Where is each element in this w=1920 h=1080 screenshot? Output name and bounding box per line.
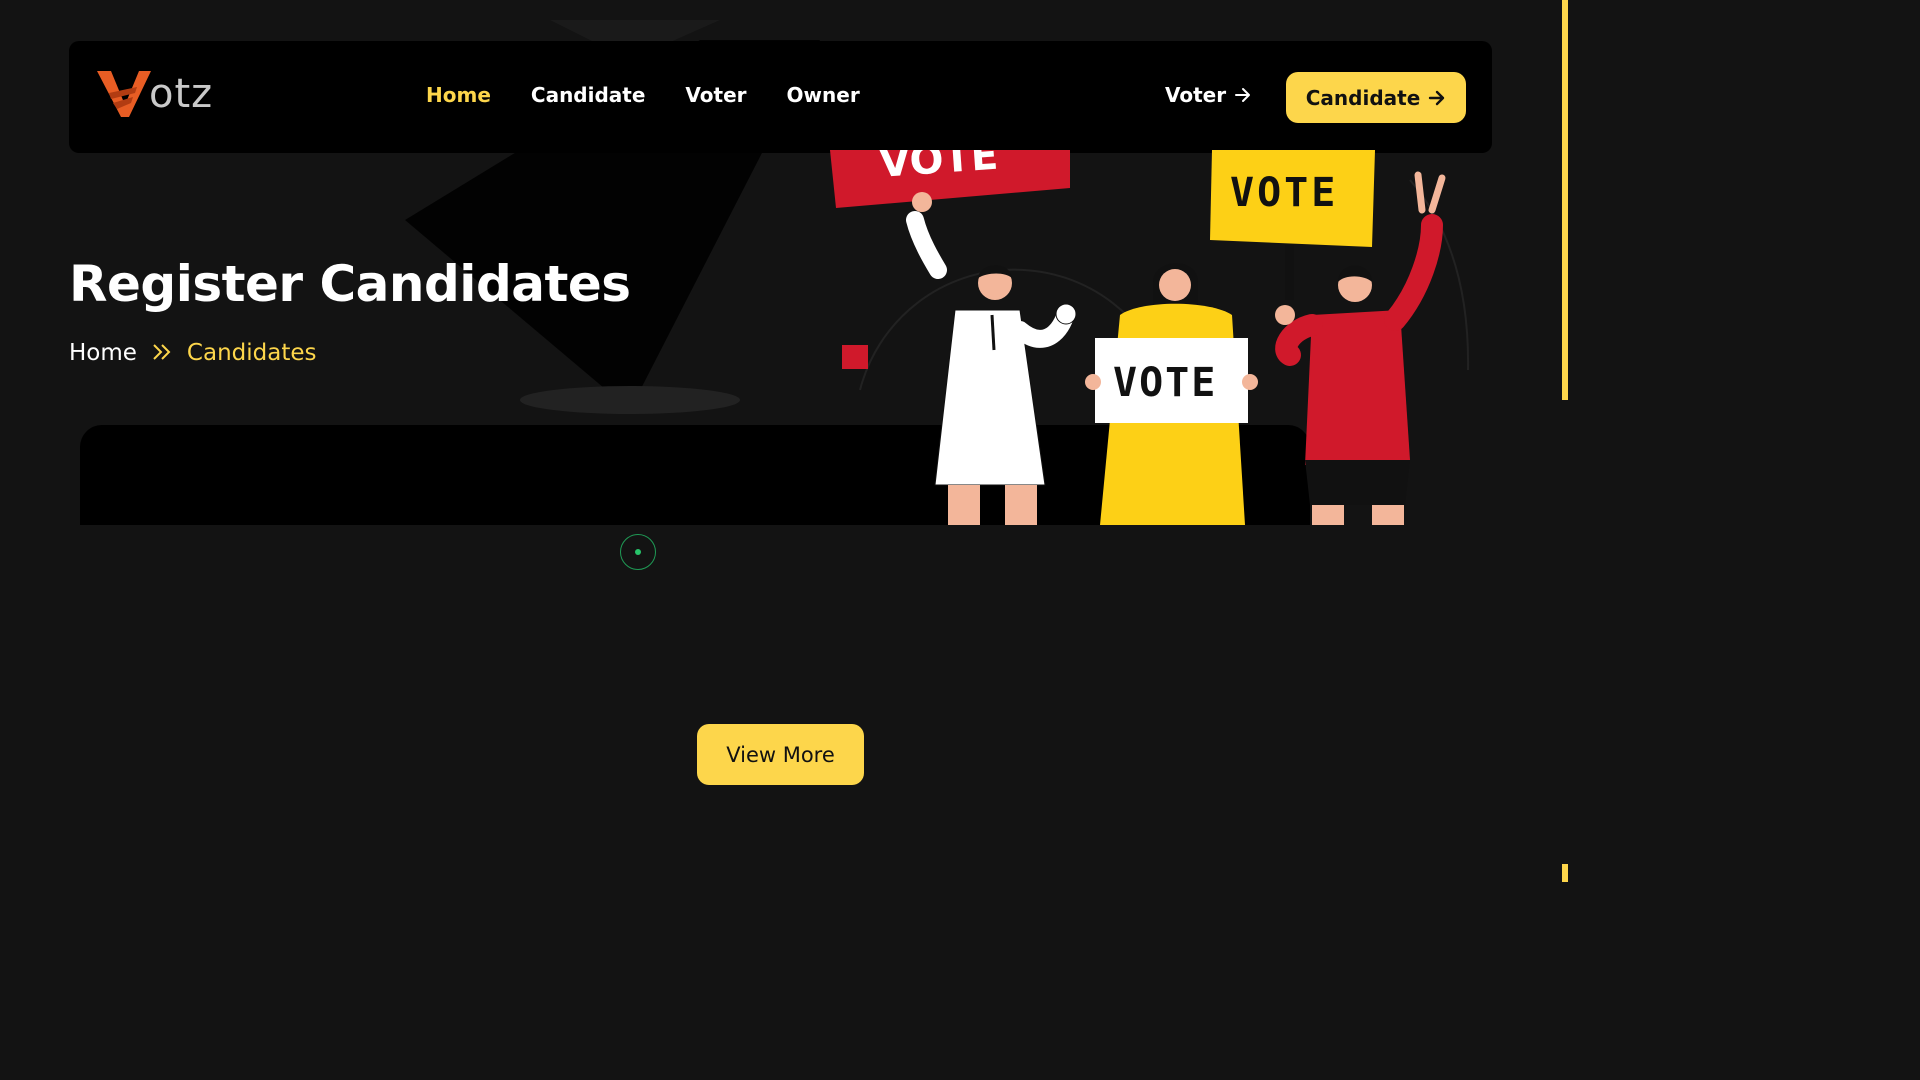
view-more-button[interactable]: View More — [697, 724, 864, 785]
voter-link[interactable]: Voter — [1165, 83, 1252, 107]
white-sign-text: VOTE — [1113, 360, 1217, 406]
loading-dot — [635, 549, 641, 555]
nav-item-owner[interactable]: Owner — [787, 83, 860, 107]
nav-item-voter[interactable]: Voter — [685, 83, 746, 107]
nav-item-home[interactable]: Home — [426, 83, 491, 107]
page-title: Register Candidates — [69, 255, 631, 313]
breadcrumb-current: Candidates — [186, 340, 317, 366]
woman-white-dress — [906, 192, 1077, 525]
main-menu: Home Candidate Voter Owner — [426, 83, 860, 107]
candidate-button-label: Candidate — [1305, 85, 1421, 110]
arrow-right-icon — [1235, 88, 1251, 102]
woman-yellow-dress: VOTE — [1085, 263, 1258, 525]
double-chevron-right-icon — [153, 344, 171, 360]
loading-spinner — [620, 534, 656, 570]
yellow-sign-text: VOTE — [1230, 170, 1338, 216]
scrollbar[interactable] — [1560, 0, 1568, 882]
scrollbar-end — [1562, 864, 1568, 882]
arrow-right-icon — [1429, 90, 1445, 105]
logo-v-icon — [97, 71, 151, 117]
nav-item-candidate[interactable]: Candidate — [531, 83, 646, 107]
red-vote-sign: VOTE — [830, 150, 1070, 208]
breadcrumb-home[interactable]: Home — [69, 340, 137, 366]
brand-logo[interactable]: otz — [97, 69, 213, 119]
breadcrumb: Home Candidates — [69, 340, 317, 366]
scrollbar-thumb[interactable] — [1562, 0, 1568, 400]
logo-text: otz — [149, 71, 214, 117]
voters-illustration: VOTE VOTE VOTE — [830, 150, 1470, 525]
navbar: otz Home Candidate Voter Owner Voter Can… — [69, 41, 1492, 153]
voter-link-label: Voter — [1165, 83, 1227, 107]
candidate-button[interactable]: Candidate — [1286, 72, 1466, 123]
